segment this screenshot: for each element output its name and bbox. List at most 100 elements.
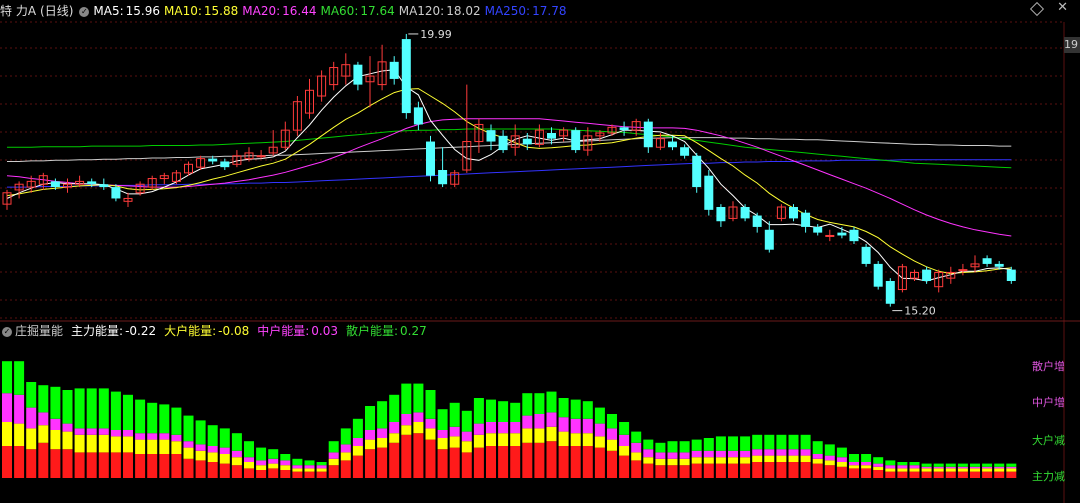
settings-icon[interactable]: ✓ [2,326,12,337]
energy-bar-1 [328,458,339,466]
energy-bar-3 [268,449,279,459]
energy-bar-1 [195,450,206,461]
period-label[interactable]: (日线) [40,4,73,18]
ma5-value: 15.96 [125,4,161,18]
energy-bar-1 [764,455,775,462]
energy-bar-1 [38,425,49,443]
energy-bar-0 [619,455,630,478]
energy-bar-2 [1006,466,1017,469]
settings-icon[interactable]: ✓ [79,6,90,17]
energy-bar-0 [558,446,569,478]
energy-bar-1 [413,422,424,434]
energy-bar-3 [461,410,472,432]
energy-bar-2 [631,442,642,453]
energy-bar-1 [498,433,509,446]
ma20-label: MA20: [242,4,281,18]
energy-bar-3 [534,393,545,414]
energy-bar-2 [365,430,375,440]
energy-bar-3 [510,402,521,422]
main-energy-value: -0.22 [125,324,157,338]
energy-bar-2 [183,441,194,448]
energy-bar-1 [861,465,872,469]
energy-bar-1 [776,455,787,462]
energy-bar-2 [123,430,133,437]
energy-bar-0 [715,463,726,478]
candle-down [353,64,363,85]
energy-bar-0 [970,471,980,478]
candle-down [994,263,1004,267]
energy-bar-2 [14,394,25,424]
energy-bar-0 [957,471,968,478]
energy-bar-1 [812,458,823,464]
price-axis-tag: 19 [1064,37,1080,53]
energy-bar-0 [171,454,182,478]
candle-down [801,212,811,227]
close-icon[interactable]: ✕ [1057,0,1068,15]
energy-bar-0 [461,452,472,478]
kline-chart-canvas: 19.99 15.20 散户增中户增大户减主力减 [0,21,1080,503]
energy-bar-2 [340,444,351,453]
energy-bar-3 [304,460,315,466]
energy-bar-1 [679,458,690,466]
energy-bar-3 [849,454,859,462]
energy-bar-3 [62,390,73,424]
energy-bar-2 [304,465,315,469]
energy-bar-0 [413,433,424,478]
energy-bar-2 [449,426,460,437]
energy-bar-1 [594,436,605,448]
energy-bar-2 [413,412,424,422]
energy-bar-0 [159,454,170,478]
energy-bar-2 [873,463,884,467]
energy-bar-2 [607,428,617,440]
candle-down [885,281,895,304]
ma250-label: MA250: [484,4,531,18]
energy-bar-1 [219,454,230,464]
candlestick-series [2,33,1016,307]
energy-bar-1 [389,433,400,443]
energy-bar-0 [594,447,605,478]
energy-bar-3 [921,463,932,467]
energy-bar-1 [437,438,448,450]
energy-bar-3 [594,407,605,424]
candle-up [256,155,266,158]
energy-bar-1 [377,438,388,448]
energy-bar-1 [945,468,956,472]
energy-bar-2 [655,452,666,459]
energy-bar-2 [26,407,37,429]
stock-name[interactable]: 特 力A [0,4,36,18]
energy-bar-0 [510,446,521,478]
energy-bar-1 [691,457,702,464]
energy-bar-0 [207,462,218,478]
energy-bar-2 [74,428,85,435]
candle-down [50,181,60,188]
energy-bar-2 [292,465,303,469]
energy-bar-1 [667,458,678,466]
energy-bar-3 [123,394,133,430]
energy-bar-1 [933,468,944,472]
energy-bar-1 [2,422,12,446]
energy-bar-0 [534,442,545,478]
energy-bar-0 [667,465,678,478]
energy-bar-3 [377,401,388,429]
energy-bar-0 [377,447,388,478]
energy-bar-3 [244,441,254,458]
energy-bar-0 [486,446,496,478]
retail-energy-label: 散户能量: [346,324,399,338]
candle-down [680,147,690,156]
energy-bar-0 [62,449,73,478]
candle-down [438,170,448,185]
energy-bar-0 [873,470,884,478]
energy-bar-3 [486,399,496,422]
energy-bar-2 [970,466,980,469]
energy-bar-0 [679,465,690,478]
candle-up [825,234,835,237]
energy-bar-2 [582,418,593,434]
energy-bar-1 [510,433,521,446]
energy-bar-1 [752,455,763,462]
ma10-value: 15.88 [203,4,239,18]
energy-bar-2 [510,422,521,434]
energy-bar-2 [800,449,811,456]
energy-bar-3 [147,402,158,434]
indicator-name[interactable]: 庄掘量能 [15,324,63,338]
energy-bar-1 [824,460,835,466]
